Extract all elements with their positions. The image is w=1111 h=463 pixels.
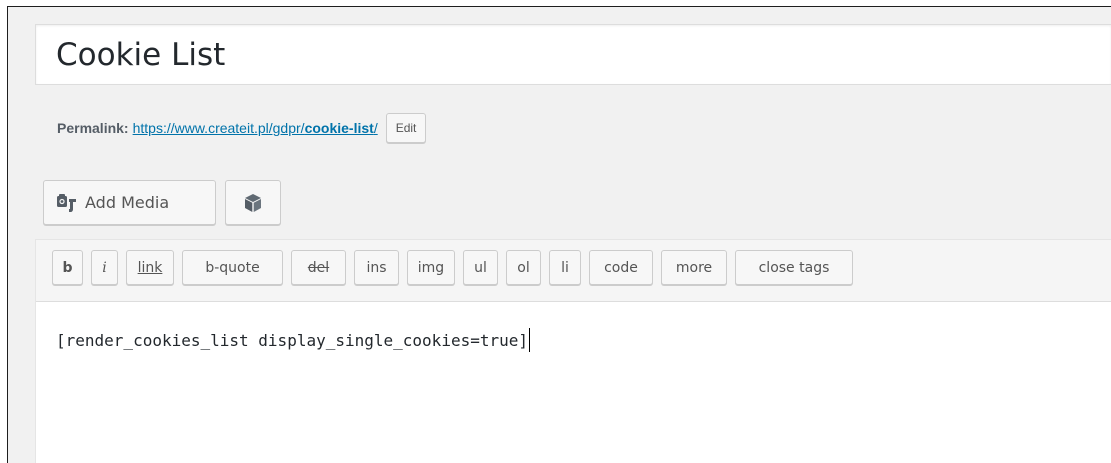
quicktag-close-tags-button[interactable]: close tags <box>735 250 853 285</box>
quicktags-toolbar: b i link b-quote del ins img ul ol li co… <box>36 240 1111 302</box>
add-media-button[interactable]: Add Media <box>43 180 216 225</box>
quicktag-code-button[interactable]: code <box>589 250 653 285</box>
quicktag-link-button[interactable]: link <box>126 250 174 285</box>
permalink-url-base: https://www.createit.pl/gdpr/ <box>132 120 305 136</box>
text-cursor <box>529 328 531 352</box>
permalink-row: Permalink: https://www.createit.pl/gdpr/… <box>57 113 427 143</box>
text-editor: b i link b-quote del ins img ul ol li co… <box>35 239 1111 463</box>
editor-content-text: [render_cookies_list display_single_cook… <box>56 330 529 350</box>
cube-icon <box>242 192 264 214</box>
media-camera-icon <box>56 193 78 213</box>
quicktag-del-button[interactable]: del <box>291 250 346 285</box>
permalink-url-trailing: / <box>373 120 378 136</box>
quicktag-img-button[interactable]: img <box>407 250 455 285</box>
quicktag-bold-button[interactable]: b <box>52 250 83 285</box>
block-button[interactable] <box>225 180 281 225</box>
quicktag-ins-button[interactable]: ins <box>354 250 399 285</box>
editor-content[interactable]: [render_cookies_list display_single_cook… <box>56 328 531 352</box>
quicktag-li-button[interactable]: li <box>549 250 581 285</box>
add-media-label: Add Media <box>85 193 170 212</box>
permalink-url[interactable]: https://www.createit.pl/gdpr/cookie-list… <box>133 120 378 136</box>
edit-permalink-button[interactable]: Edit <box>385 113 427 143</box>
permalink-url-slug: cookie-list <box>304 120 374 136</box>
media-buttons: Add Media <box>43 180 281 225</box>
quicktag-more-button[interactable]: more <box>661 250 727 285</box>
permalink-label: Permalink: <box>57 120 129 136</box>
title-field[interactable]: Cookie List <box>35 24 1111 85</box>
quicktag-bquote-button[interactable]: b-quote <box>182 250 283 285</box>
post-title[interactable]: Cookie List <box>56 37 225 73</box>
quicktag-ol-button[interactable]: ol <box>506 250 541 285</box>
quicktag-ul-button[interactable]: ul <box>463 250 498 285</box>
quicktag-italic-button[interactable]: i <box>91 250 118 285</box>
